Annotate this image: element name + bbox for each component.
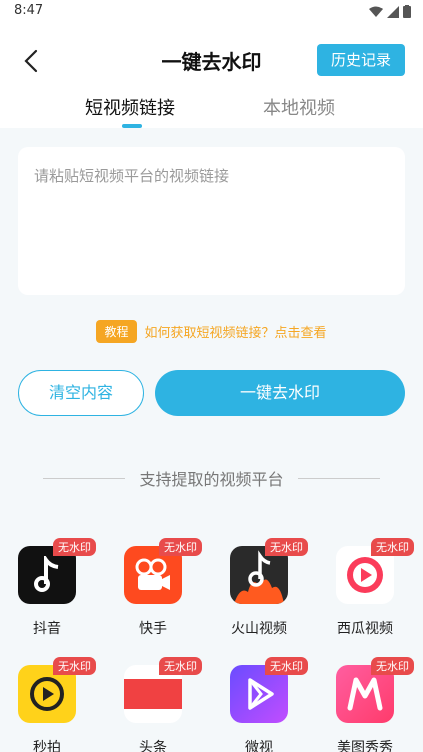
status-bar: 8:47 bbox=[0, 0, 423, 24]
divider-left bbox=[43, 477, 126, 479]
no-watermark-badge: 无水印 bbox=[265, 538, 308, 556]
no-watermark-badge: 无水印 bbox=[159, 538, 202, 556]
platform-name: 抖音 bbox=[33, 621, 61, 637]
divider-right bbox=[297, 477, 380, 479]
section-heading: 支持提取的视频平台 bbox=[0, 466, 423, 490]
no-watermark-badge: 无水印 bbox=[159, 657, 202, 675]
platform-item-miaopai[interactable]: 无水印 秒拍 bbox=[7, 657, 96, 752]
header: 一键去水印 历史记录 短视频链接 本地视频 bbox=[0, 24, 423, 128]
status-icons bbox=[369, 5, 411, 18]
platform-item-meitu[interactable]: 无水印 美图秀秀 bbox=[325, 657, 414, 752]
platform-name: 西瓜视频 bbox=[337, 621, 393, 637]
platform-item-xigua[interactable]: 无水印 西瓜视频 bbox=[325, 538, 414, 638]
no-watermark-badge: 无水印 bbox=[371, 538, 414, 556]
tutorial-badge: 教程 bbox=[96, 320, 137, 343]
battery-icon bbox=[403, 5, 411, 18]
link-input-card bbox=[18, 147, 405, 295]
platform-name: 头条 bbox=[139, 740, 167, 752]
section-title: 支持提取的视频平台 bbox=[139, 470, 284, 489]
history-button[interactable]: 历史记录 bbox=[317, 44, 405, 76]
tab-short-video-link[interactable]: 短视频链接 bbox=[85, 94, 175, 120]
platform-item-kuaishou[interactable]: 无水印 快手 bbox=[113, 538, 202, 638]
platform-name: 快手 bbox=[139, 621, 167, 637]
tab-indicator bbox=[122, 124, 142, 128]
wifi-icon bbox=[369, 6, 383, 17]
platform-item-huoshan[interactable]: 无水印 火山视频 bbox=[219, 538, 308, 638]
platform-item-douyin[interactable]: 无水印 抖音 bbox=[7, 538, 96, 638]
no-watermark-badge: 无水印 bbox=[53, 657, 96, 675]
no-watermark-badge: 无水印 bbox=[53, 538, 96, 556]
tutorial-link[interactable]: 如何获取短视频链接？点击查看 bbox=[145, 322, 327, 341]
platform-name: 火山视频 bbox=[231, 621, 287, 637]
status-time: 8:47 bbox=[14, 3, 44, 18]
tab-local-video[interactable]: 本地视频 bbox=[263, 94, 335, 120]
link-input[interactable] bbox=[34, 165, 389, 277]
platform-name: 美图秀秀 bbox=[337, 740, 393, 752]
no-watermark-badge: 无水印 bbox=[265, 657, 308, 675]
clear-content-button[interactable]: 清空内容 bbox=[18, 370, 144, 416]
platform-item-weishi[interactable]: 无水印 微视 bbox=[219, 657, 308, 752]
signal-icon bbox=[387, 5, 399, 18]
platform-name: 微视 bbox=[245, 740, 273, 752]
platform-item-toutiao[interactable]: 无水印 头条 bbox=[113, 657, 202, 752]
no-watermark-badge: 无水印 bbox=[371, 657, 414, 675]
platform-name: 秒拍 bbox=[33, 740, 61, 752]
tutorial-row: 教程 如何获取短视频链接？点击查看 bbox=[0, 320, 423, 343]
remove-watermark-button[interactable]: 一键去水印 bbox=[155, 370, 405, 416]
